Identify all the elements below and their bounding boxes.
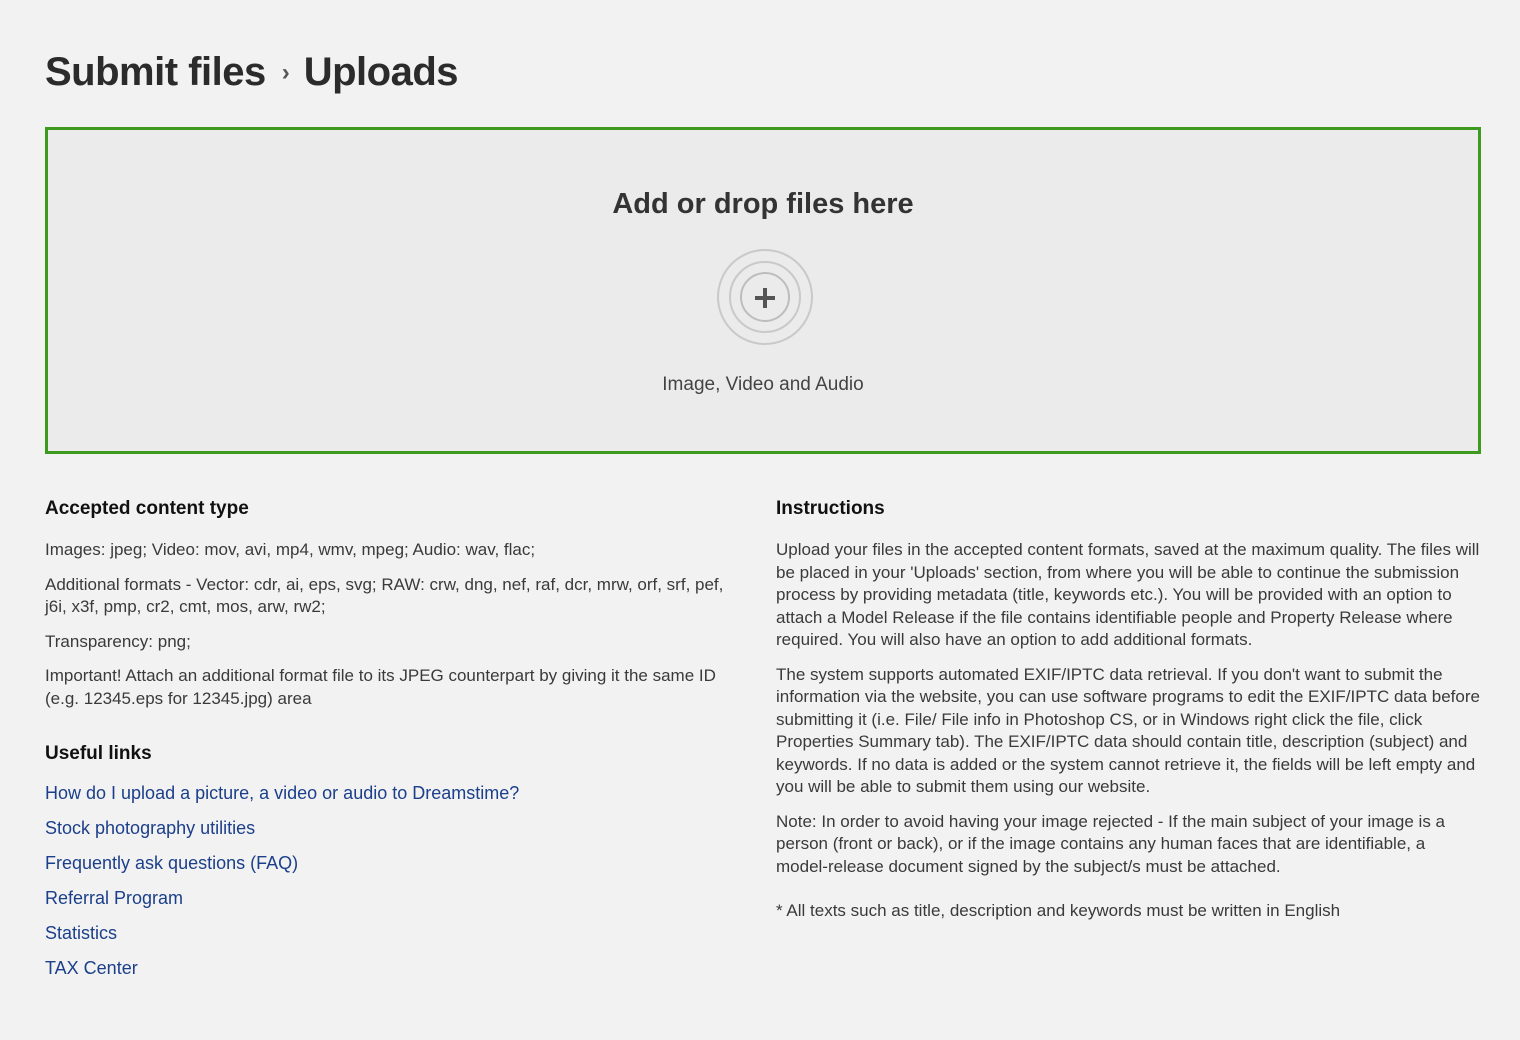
drop-zone-heading: Add or drop files here (612, 188, 914, 220)
add-circle-icon[interactable] (717, 249, 813, 345)
link-referral-program[interactable]: Referral Program (45, 887, 745, 909)
transparency-text: Transparency: png; (45, 631, 191, 651)
additional-formats-text: Additional formats - Vector: cdr, ai, ep… (45, 574, 724, 617)
link-faq[interactable]: Frequently ask questions (FAQ) (45, 852, 745, 874)
link-stock-utilities[interactable]: Stock photography utilities (45, 817, 745, 839)
breadcrumb-uploads: Uploads (303, 50, 459, 94)
drop-zone-caption: Image, Video and Audio (662, 374, 864, 395)
accepted-formats-text: Images: jpeg; Video: mov, avi, mp4, wmv,… (45, 540, 536, 559)
instructions-english-footnote: * All texts such as title, description a… (776, 901, 1341, 920)
link-statistics[interactable]: Statistics (45, 922, 745, 944)
accepted-content-heading: Accepted content type (45, 498, 249, 519)
link-how-to-upload[interactable]: How do I upload a picture, a video or au… (45, 782, 745, 804)
file-drop-zone[interactable]: Add or drop files here Image, Video and … (45, 127, 1481, 454)
important-note-text: Important! Attach an additional format f… (45, 666, 716, 708)
page-title: Submit files › Uploads (45, 50, 459, 95)
instructions-model-release-note: Note: In order to avoid having your imag… (776, 811, 1446, 876)
breadcrumb-submit-files[interactable]: Submit files (45, 50, 266, 95)
instructions-exif-text: The system supports automated EXIF/IPTC … (776, 664, 1480, 797)
left-column: Accepted content type Images: jpeg; Vide… (45, 497, 745, 992)
right-column: Instructions Upload your files in the ac… (776, 497, 1481, 935)
instructions-upload-text: Upload your files in the accepted conten… (776, 540, 1480, 649)
plus-icon-vertical (763, 288, 767, 308)
instructions-heading: Instructions (776, 498, 885, 519)
link-tax-center[interactable]: TAX Center (45, 957, 745, 979)
breadcrumb-separator-icon: › (281, 59, 290, 86)
useful-links-heading: Useful links (45, 743, 152, 764)
